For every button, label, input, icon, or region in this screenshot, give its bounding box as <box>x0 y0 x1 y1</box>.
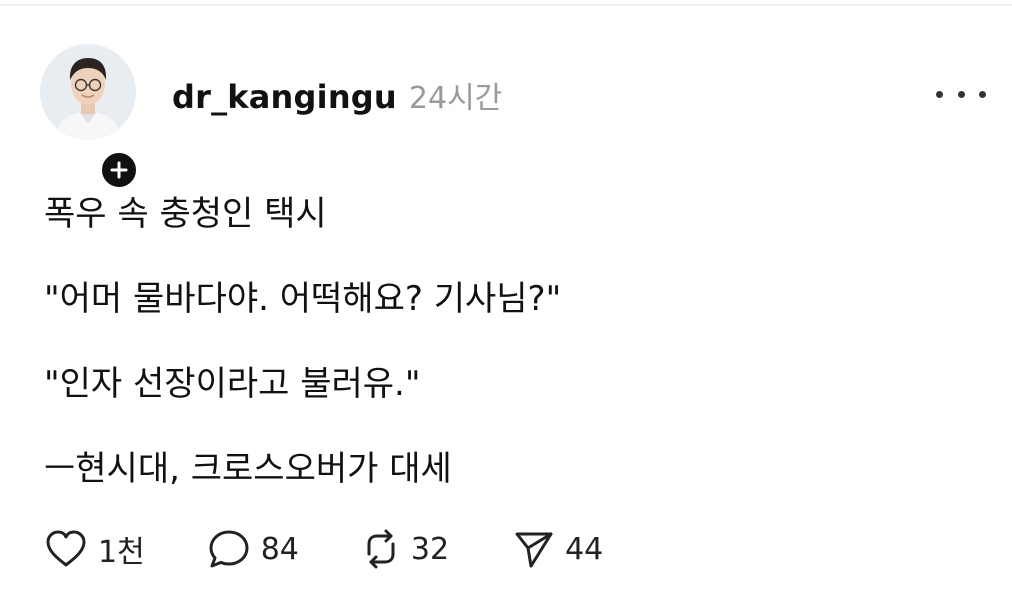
post-text-line-2: "어머 물바다야. 어떡해요? 기사님?" <box>44 279 562 319</box>
post-card: dr_kangingu 24시간 폭우 속 충청인 택시 "어머 물바다야. 어… <box>0 0 1012 604</box>
post-text-line-4: ㅡ현시대, 크로스오버가 대세 <box>44 449 452 489</box>
repost-count: 32 <box>410 531 450 567</box>
post-text-line-3: "인자 선장이라고 불러유." <box>44 364 421 404</box>
post-text-line-1: 폭우 속 충청인 택시 <box>44 194 327 234</box>
repost-button[interactable]: 32 <box>361 528 449 570</box>
author-avatar-wrap[interactable] <box>40 44 139 190</box>
more-options-button[interactable] <box>936 82 986 106</box>
reply-button[interactable]: 84 <box>207 528 299 570</box>
more-horizontal-icon <box>936 90 943 98</box>
repost-icon <box>367 529 395 569</box>
post-header: dr_kangingu 24시간 <box>172 73 502 117</box>
follow-button[interactable] <box>99 150 139 190</box>
post-timestamp: 24시간 <box>408 81 503 116</box>
post-actions: 1천 84 32 44 <box>44 524 603 574</box>
like-button[interactable]: 1천 <box>44 527 145 571</box>
heart-icon <box>46 530 86 567</box>
reply-count: 84 <box>260 531 299 567</box>
comment-bubble-icon <box>209 530 249 568</box>
share-button[interactable]: 44 <box>513 528 603 570</box>
top-divider <box>0 4 1012 6</box>
more-dot <box>979 90 986 98</box>
send-icon <box>515 532 553 568</box>
plus-icon <box>110 161 128 179</box>
author-username[interactable]: dr_kangingu <box>172 78 397 116</box>
like-count: 1천 <box>98 535 145 570</box>
more-dot <box>957 90 965 98</box>
avatar[interactable] <box>40 44 136 140</box>
share-count: 44 <box>565 531 604 567</box>
